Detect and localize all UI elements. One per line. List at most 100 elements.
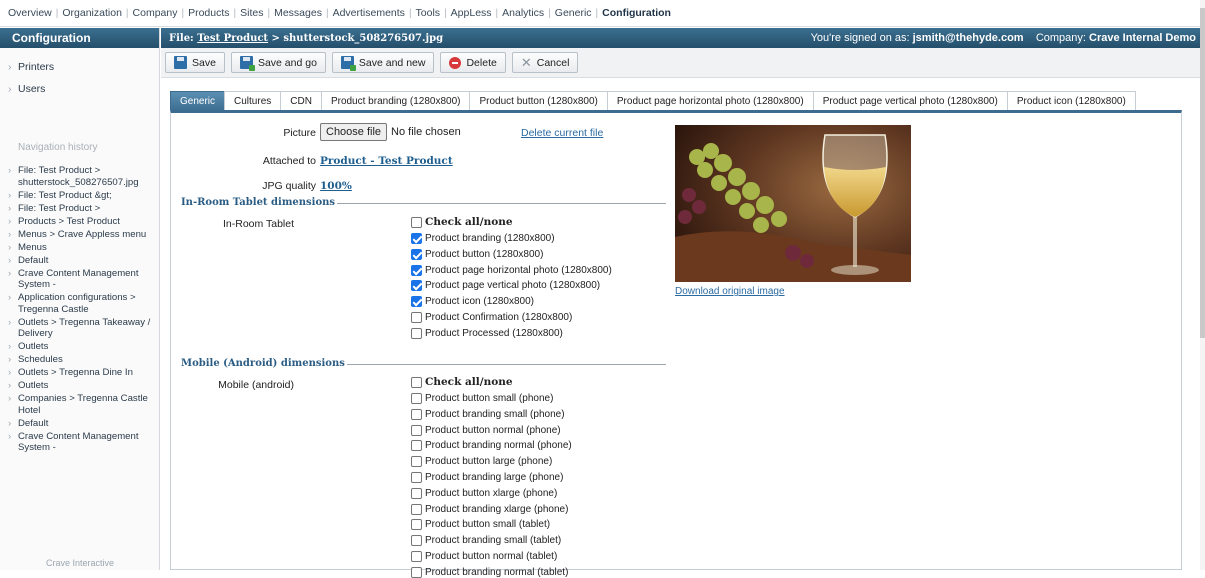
checkbox[interactable] bbox=[411, 551, 422, 562]
topnav-item-overview[interactable]: Overview bbox=[8, 7, 52, 19]
history-item[interactable]: Default bbox=[0, 418, 159, 430]
checkbox[interactable] bbox=[411, 248, 422, 260]
checkbox[interactable] bbox=[411, 216, 422, 228]
tab-product-icon-1280x800[interactable]: Product icon (1280x800) bbox=[1006, 91, 1136, 111]
mobile-option[interactable]: Product branding xlarge (phone) bbox=[411, 503, 568, 515]
delete-current-file-link[interactable]: Delete current file bbox=[521, 127, 603, 139]
cancel-button[interactable]: ✕ Cancel bbox=[511, 52, 579, 73]
page-scrollbar[interactable] bbox=[1200, 0, 1205, 570]
jpg-quality-value[interactable]: 100% bbox=[320, 180, 352, 192]
topnav-item-advertisements[interactable]: Advertisements bbox=[333, 7, 405, 19]
mobile-option[interactable]: Product branding small (phone) bbox=[411, 408, 565, 420]
checkbox[interactable] bbox=[411, 535, 422, 547]
tab-product-button-1280x800[interactable]: Product button (1280x800) bbox=[469, 91, 608, 111]
checkbox-label: Product Confirmation (1280x800) bbox=[425, 312, 573, 323]
history-item[interactable]: Menus bbox=[0, 242, 159, 254]
checkbox-label: Product branding normal (phone) bbox=[425, 440, 572, 452]
topnav-item-messages[interactable]: Messages bbox=[274, 7, 322, 19]
mobile-option[interactable]: Product branding normal (tablet) bbox=[411, 566, 568, 578]
history-item[interactable]: Menus > Crave Appless menu bbox=[0, 229, 159, 241]
checkbox[interactable] bbox=[411, 327, 422, 339]
checkbox[interactable] bbox=[411, 233, 422, 244]
download-original-image-link[interactable]: Download original image bbox=[675, 286, 785, 297]
save-and-new-button[interactable]: Save and new bbox=[331, 52, 435, 73]
mobile-option[interactable]: Product branding large (phone) bbox=[411, 472, 563, 483]
history-item[interactable]: Outlets > Tregenna Dine In bbox=[0, 367, 159, 379]
mobile-check-all[interactable]: Check all/none bbox=[411, 376, 513, 388]
history-item[interactable]: Crave Content Management System - bbox=[0, 431, 159, 454]
breadcrumb-link-product[interactable]: Test Product bbox=[197, 33, 268, 44]
topnav-item-sites[interactable]: Sites bbox=[240, 7, 263, 19]
history-item[interactable]: Default bbox=[0, 255, 159, 267]
tablet-option[interactable]: Product Processed (1280x800) bbox=[411, 327, 563, 339]
history-item[interactable]: Outlets bbox=[0, 380, 159, 392]
tablet-option[interactable]: Product page vertical photo (1280x800) bbox=[411, 280, 600, 292]
topnav-item-appless[interactable]: AppLess bbox=[451, 7, 492, 19]
checkbox[interactable] bbox=[411, 264, 422, 276]
tablet-option[interactable]: Product Confirmation (1280x800) bbox=[411, 312, 572, 323]
topnav-item-products[interactable]: Products bbox=[188, 7, 229, 19]
checkbox[interactable] bbox=[411, 424, 422, 436]
tab-cdn[interactable]: CDN bbox=[280, 91, 322, 111]
checkbox[interactable] bbox=[411, 296, 422, 308]
history-item[interactable]: Outlets bbox=[0, 341, 159, 353]
tab-product-branding-1280x800[interactable]: Product branding (1280x800) bbox=[320, 91, 471, 111]
scrollbar-thumb[interactable] bbox=[1200, 8, 1205, 338]
tablet-option[interactable]: Product icon (1280x800) bbox=[411, 296, 534, 308]
checkbox[interactable] bbox=[411, 566, 422, 578]
tab-product-page-horizontal-photo-1280x800[interactable]: Product page horizontal photo (1280x800) bbox=[606, 91, 814, 111]
save-button[interactable]: Save bbox=[165, 52, 225, 73]
checkbox[interactable] bbox=[411, 312, 422, 323]
tablet-option[interactable]: Product branding (1280x800) bbox=[411, 233, 555, 244]
checkbox[interactable] bbox=[411, 519, 422, 531]
history-item[interactable]: Companies > Tregenna Castle Hotel bbox=[0, 393, 159, 416]
mobile-option[interactable]: Product branding small (tablet) bbox=[411, 535, 561, 547]
checkbox[interactable] bbox=[411, 393, 422, 404]
topnav-item-company[interactable]: Company bbox=[133, 7, 178, 19]
checkbox[interactable] bbox=[411, 408, 422, 420]
picture-file-input[interactable]: Choose file No file chosen bbox=[320, 123, 461, 141]
mobile-option[interactable]: Product button small (phone) bbox=[411, 393, 553, 404]
tab-cultures[interactable]: Cultures bbox=[224, 91, 282, 111]
topnav-separator: | bbox=[408, 7, 412, 19]
topnav-item-generic[interactable]: Generic bbox=[555, 7, 592, 19]
topnav-item-configuration[interactable]: Configuration bbox=[602, 7, 671, 19]
history-item[interactable]: Application configurations > Tregenna Ca… bbox=[0, 292, 159, 315]
checkbox[interactable] bbox=[411, 376, 422, 388]
mobile-option[interactable]: Product button normal (phone) bbox=[411, 424, 561, 436]
topnav-item-analytics[interactable]: Analytics bbox=[502, 7, 544, 19]
save-and-go-button[interactable]: Save and go bbox=[230, 52, 326, 73]
tab-generic[interactable]: Generic bbox=[170, 91, 226, 111]
checkbox[interactable] bbox=[411, 456, 422, 468]
mobile-option[interactable]: Product branding normal (phone) bbox=[411, 440, 572, 452]
history-item[interactable]: File: Test Product &gt; bbox=[0, 190, 159, 202]
history-item[interactable]: File: Test Product > bbox=[0, 203, 159, 215]
mobile-option[interactable]: Product button xlarge (phone) bbox=[411, 487, 557, 499]
delete-button[interactable]: Delete bbox=[440, 52, 506, 73]
choose-file-button[interactable]: Choose file bbox=[320, 123, 388, 141]
sidebar-item-users[interactable]: Users bbox=[0, 82, 159, 104]
attached-to-link[interactable]: Product - Test Product bbox=[320, 155, 453, 167]
tablet-option[interactable]: Product button (1280x800) bbox=[411, 248, 543, 260]
company-name[interactable]: Crave Internal Demo bbox=[1089, 32, 1196, 44]
checkbox[interactable] bbox=[411, 503, 422, 515]
history-item[interactable]: Outlets > Tregenna Takeaway / Delivery bbox=[0, 317, 159, 340]
topnav-item-organization[interactable]: Organization bbox=[62, 7, 122, 19]
mobile-option[interactable]: Product button normal (tablet) bbox=[411, 551, 557, 562]
history-item[interactable]: Schedules bbox=[0, 354, 159, 366]
tab-product-page-vertical-photo-1280x800[interactable]: Product page vertical photo (1280x800) bbox=[812, 91, 1008, 111]
topnav-item-tools[interactable]: Tools bbox=[416, 7, 441, 19]
history-item[interactable]: File: Test Product > shutterstock_508276… bbox=[0, 165, 159, 188]
checkbox[interactable] bbox=[411, 280, 422, 292]
tablet-option[interactable]: Product page horizontal photo (1280x800) bbox=[411, 264, 612, 276]
sidebar-item-printers[interactable]: Printers bbox=[0, 60, 159, 82]
history-item[interactable]: Products > Test Product bbox=[0, 216, 159, 228]
history-item[interactable]: Crave Content Management System - bbox=[0, 268, 159, 291]
mobile-option[interactable]: Product button small (tablet) bbox=[411, 519, 550, 531]
checkbox[interactable] bbox=[411, 440, 422, 452]
checkbox[interactable] bbox=[411, 487, 422, 499]
tablet-check-all[interactable]: Check all/none bbox=[411, 216, 513, 228]
signed-user[interactable]: jsmith@thehyde.com bbox=[913, 32, 1024, 44]
checkbox[interactable] bbox=[411, 472, 422, 483]
mobile-option[interactable]: Product button large (phone) bbox=[411, 456, 552, 468]
